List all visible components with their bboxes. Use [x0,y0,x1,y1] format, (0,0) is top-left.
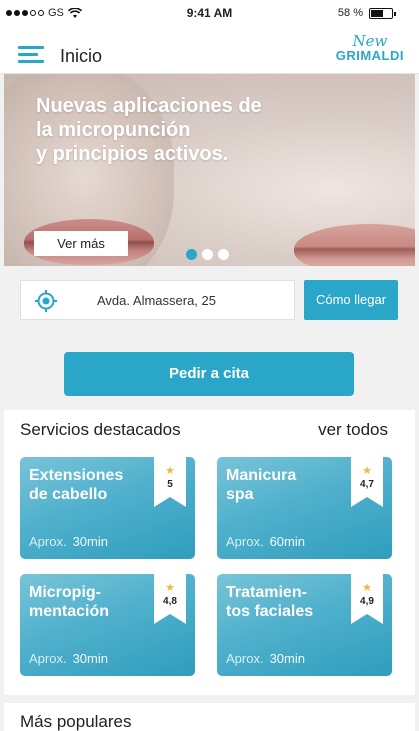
service-title: Micropig- mentación [29,584,110,620]
service-card[interactable]: Manicura spa ★ 4,7 Aprox. 60min [217,457,392,559]
address-field[interactable]: Avda. Almassera, 25 [20,280,295,320]
app-header: Inicio New GRIMALDI [0,26,419,74]
rating-badge: ★ 5 [154,457,186,507]
approx-label: Aprox. [29,534,67,549]
service-duration: Aprox. 30min [29,534,108,549]
directions-button[interactable]: Cómo llegar [304,280,398,320]
rating-badge: ★ 4,8 [154,574,186,624]
approx-label: Aprox. [226,651,264,666]
battery-level [371,9,383,17]
approx-label: Aprox. [226,534,264,549]
hero-image-lips-right [294,224,415,266]
rating-value: 4,9 [360,596,374,607]
brand-logo: New GRIMALDI [336,34,404,63]
duration-value: 30min [72,651,108,666]
status-bar: GS 9:41 AM 58 % [0,0,419,26]
star-icon: ★ [362,582,372,594]
rating-badge: ★ 4,9 [351,574,383,624]
hero-title: Nuevas aplicaciones de la micropunción y… [36,95,262,165]
page-title: Inicio [60,46,103,66]
hamburger-icon[interactable] [18,46,44,64]
star-icon: ★ [362,465,372,477]
address-text: Avda. Almassera, 25 [97,293,216,308]
rating-value: 4,7 [360,479,374,490]
service-duration: Aprox. 30min [226,651,305,666]
duration-value: 30min [72,534,108,549]
hero-banner[interactable]: Nuevas aplicaciones de la micropunción y… [4,74,415,266]
approx-label: Aprox. [29,651,67,666]
carousel-dot[interactable] [186,249,197,260]
book-appointment-button[interactable]: Pedir a cita [64,352,354,396]
rating-value: 4,8 [163,596,177,607]
rating-value: 5 [167,479,173,490]
service-card[interactable]: Extensiones de cabello ★ 5 Aprox. 30min [20,457,195,559]
service-card[interactable]: Tratamien- tos faciales ★ 4,9 Aprox. 30mi… [217,574,392,676]
duration-value: 30min [269,651,305,666]
see-all-link[interactable]: ver todos [318,420,388,440]
carousel-dot[interactable] [202,249,213,260]
featured-services-section: Servicios destacados ver todos Extension… [4,410,415,695]
duration-value: 60min [269,534,305,549]
service-duration: Aprox. 60min [226,534,305,549]
service-card[interactable]: Micropig- mentación ★ 4,8 Aprox. 30min [20,574,195,676]
status-right: 58 % [337,7,396,19]
see-more-button[interactable]: Ver más [34,231,128,256]
carousel-dot[interactable] [218,249,229,260]
service-title: Tratamien- tos faciales [226,584,314,620]
battery-icon [369,7,396,19]
battery-percent: 58 % [337,7,363,19]
brand-logo-script: New [352,32,388,50]
service-duration: Aprox. 30min [29,651,108,666]
service-title: Extensiones de cabello [29,467,124,503]
brand-logo-name: GRIMALDI [335,48,404,63]
service-title: Manicura spa [226,467,297,503]
popular-section-title: Más populares [20,712,132,731]
star-icon: ★ [165,582,175,594]
target-icon [35,290,57,312]
carousel-indicator[interactable] [186,249,229,260]
rating-badge: ★ 4,7 [351,457,383,507]
section-title: Servicios destacados [20,420,181,439]
star-icon: ★ [165,465,175,477]
